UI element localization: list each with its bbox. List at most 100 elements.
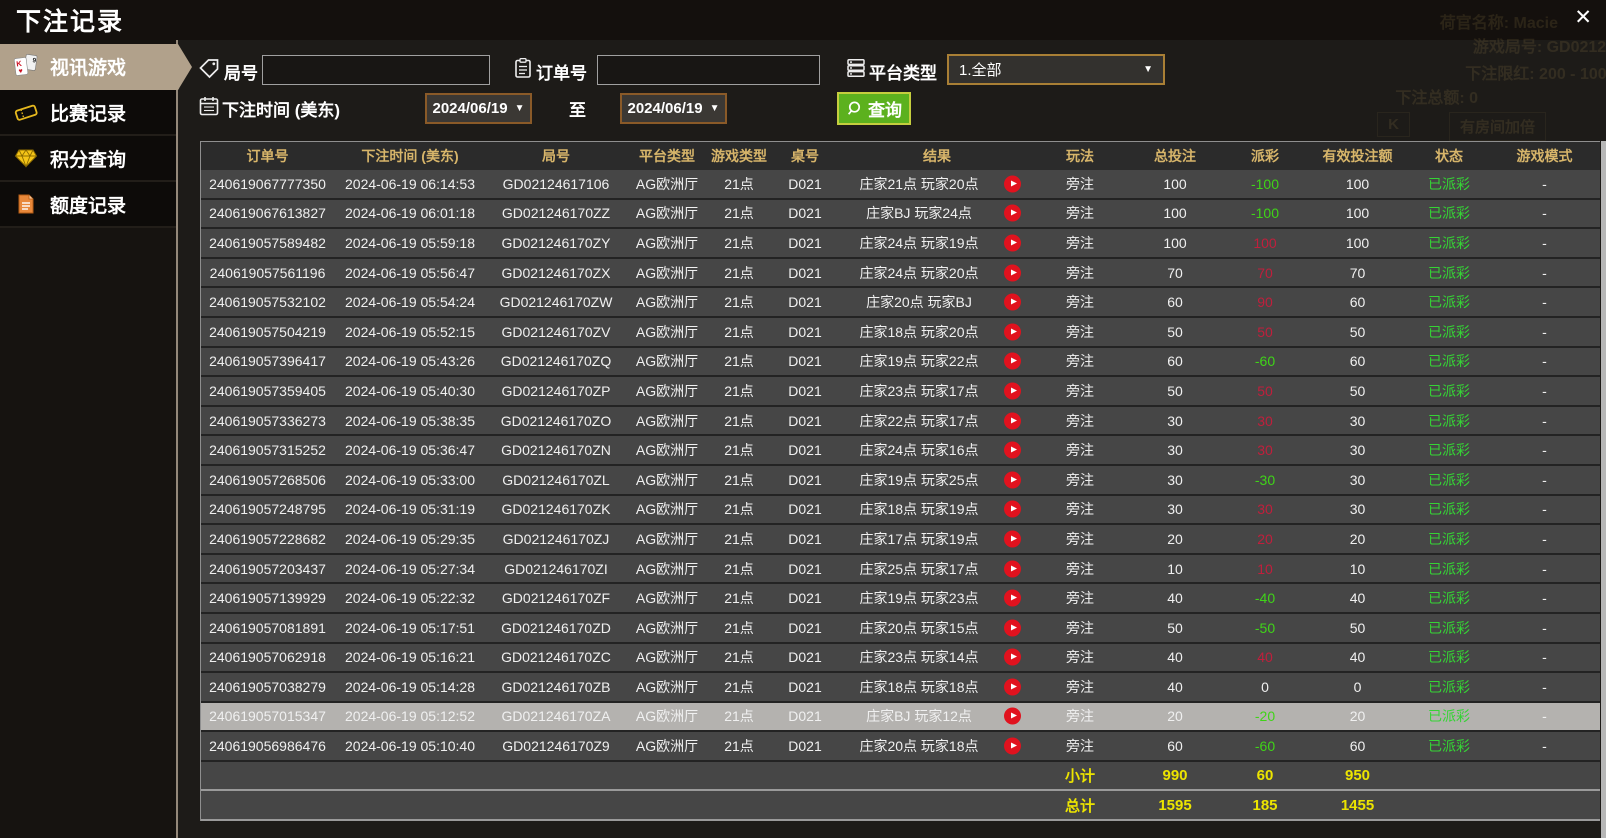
play-type-cell: 旁注 [1034, 318, 1126, 346]
play-video-icon[interactable] [1004, 353, 1021, 370]
table-row[interactable]: 240619057396417 2024-06-19 05:43:26 GD02… [201, 348, 1600, 378]
table-row[interactable]: 240619057248795 2024-06-19 05:31:19 GD02… [201, 496, 1600, 526]
round-number-input[interactable] [262, 55, 490, 85]
date-to-picker[interactable]: 2024/06/19 ▼ [620, 93, 727, 124]
result-text: 庄家25点 玩家17点 [840, 559, 998, 579]
table-row[interactable]: 240619057081891 2024-06-19 05:17:51 GD02… [201, 614, 1600, 644]
result-text: 庄家24点 玩家20点 [840, 263, 998, 283]
table-number-cell: D021 [770, 703, 840, 731]
play-video-icon[interactable] [1004, 382, 1021, 399]
round-id-cell: GD021246170ZV [486, 318, 626, 346]
play-video-icon[interactable] [1004, 530, 1021, 547]
round-id-cell: GD021246170ZJ [486, 525, 626, 553]
play-video-icon[interactable] [1004, 560, 1021, 577]
play-video-icon[interactable] [1004, 619, 1021, 636]
search-button[interactable]: 查询 [837, 92, 911, 125]
play-type-cell: 旁注 [1034, 673, 1126, 701]
status-cell: 已派彩 [1409, 644, 1489, 672]
table-row[interactable]: 240619057139929 2024-06-19 05:22:32 GD02… [201, 584, 1600, 614]
sidebar-item-points-query[interactable]: 积分查询 [0, 136, 176, 182]
sidebar-item-match-records[interactable]: 比赛记录 [0, 90, 176, 136]
play-video-icon[interactable] [1004, 590, 1021, 607]
valid-bet-cell: 40 [1306, 584, 1409, 612]
sidebar-item-label: 积分查询 [50, 145, 126, 172]
platform-cell: AG欧洲厅 [626, 614, 708, 642]
total-bet-cell: 60 [1126, 288, 1224, 316]
table-row[interactable]: 240619067613827 2024-06-19 06:01:18 GD02… [201, 200, 1600, 230]
table-row[interactable]: 240619057336273 2024-06-19 05:38:35 GD02… [201, 407, 1600, 437]
betting-records-window: 荷官名称: Macie 游戏局号: GD021246 下注限红: 200 - 1… [0, 0, 1606, 838]
bet-records-table: 订单号 下注时间 (美东) 局号 平台类型 游戏类型 桌号 结果 玩法 总投注 … [200, 141, 1600, 821]
result-cell: 庄家BJ 玩家12点 [840, 703, 1034, 731]
table-row[interactable]: 240619057062918 2024-06-19 05:16:21 GD02… [201, 644, 1600, 674]
result-text: 庄家18点 玩家19点 [840, 499, 998, 519]
subtotal-valid: 950 [1306, 762, 1409, 790]
game-mode-cell: - [1489, 407, 1600, 435]
chevron-down-icon: ▼ [710, 103, 720, 114]
table-row[interactable]: 240619057532102 2024-06-19 05:54:24 GD02… [201, 288, 1600, 318]
play-video-icon[interactable] [1004, 175, 1021, 192]
total-bet-cell: 30 [1126, 496, 1224, 524]
play-type-cell: 旁注 [1034, 259, 1126, 287]
play-video-icon[interactable] [1004, 649, 1021, 666]
subtotal-row: 小计 990 60 950 [201, 762, 1600, 792]
play-video-icon[interactable] [1004, 323, 1021, 340]
order-number-input[interactable] [597, 55, 820, 85]
valid-bet-cell: 60 [1306, 288, 1409, 316]
table-row[interactable]: 240619057359405 2024-06-19 05:40:30 GD02… [201, 377, 1600, 407]
subtotal-wager: 990 [1126, 762, 1224, 790]
table-row[interactable]: 240619057504219 2024-06-19 05:52:15 GD02… [201, 318, 1600, 348]
date-from-picker[interactable]: 2024/06/19 ▼ [425, 93, 532, 124]
play-video-icon[interactable] [1004, 501, 1021, 518]
close-icon[interactable]: ✕ [1574, 7, 1592, 28]
table-row[interactable]: 240619057589482 2024-06-19 05:59:18 GD02… [201, 229, 1600, 259]
payout-cell: 40 [1224, 644, 1306, 672]
play-video-icon[interactable] [1004, 442, 1021, 459]
platform-type-label: 平台类型 [869, 59, 937, 84]
table-row[interactable]: 240619057038279 2024-06-19 05:14:28 GD02… [201, 673, 1600, 703]
order-id-cell: 240619057038279 [201, 673, 334, 701]
table-row[interactable]: 240619057228682 2024-06-19 05:29:35 GD02… [201, 525, 1600, 555]
status-cell: 已派彩 [1409, 614, 1489, 642]
payout-cell: -60 [1224, 732, 1306, 760]
play-video-icon[interactable] [1004, 294, 1021, 311]
table-row[interactable]: 240619057015347 2024-06-19 05:12:52 GD02… [201, 703, 1600, 733]
payout-cell: 10 [1224, 555, 1306, 583]
play-video-icon[interactable] [1004, 471, 1021, 488]
table-row[interactable]: 240619057315252 2024-06-19 05:36:47 GD02… [201, 436, 1600, 466]
table-row[interactable]: 240619057203437 2024-06-19 05:27:34 GD02… [201, 555, 1600, 585]
sidebar-item-quota-records[interactable]: 额度记录 [0, 182, 176, 228]
play-video-icon[interactable] [1004, 234, 1021, 251]
platform-type-select[interactable]: 1.全部 ▼ [947, 54, 1165, 85]
total-bet-cell: 40 [1126, 644, 1224, 672]
vertical-scrollbar[interactable] [1601, 141, 1606, 838]
game-mode-cell: - [1489, 170, 1600, 198]
play-video-icon[interactable] [1004, 205, 1021, 222]
total-bet-cell: 30 [1126, 436, 1224, 464]
play-video-icon[interactable] [1004, 412, 1021, 429]
table-row[interactable]: 240619067777350 2024-06-19 06:14:53 GD02… [201, 170, 1600, 200]
game-mode-cell: - [1489, 466, 1600, 494]
bet-time-cell: 2024-06-19 05:12:52 [334, 703, 486, 731]
sidebar-item-video-games[interactable]: 9 K♥ 视讯游戏 [0, 44, 192, 90]
total-bet-cell: 40 [1126, 673, 1224, 701]
result-cell: 庄家21点 玩家20点 [840, 170, 1034, 198]
table-row[interactable]: 240619057268506 2024-06-19 05:33:00 GD02… [201, 466, 1600, 496]
table-row[interactable]: 240619057561196 2024-06-19 05:56:47 GD02… [201, 259, 1600, 289]
play-video-icon[interactable] [1004, 264, 1021, 281]
platform-cell: AG欧洲厅 [626, 288, 708, 316]
valid-bet-cell: 50 [1306, 614, 1409, 642]
table-row[interactable]: 240619056986476 2024-06-19 05:10:40 GD02… [201, 732, 1600, 762]
order-id-cell: 240619057532102 [201, 288, 334, 316]
payout-cell: -40 [1224, 584, 1306, 612]
bet-time-cell: 2024-06-19 06:01:18 [334, 200, 486, 228]
result-cell: 庄家23点 玩家14点 [840, 644, 1034, 672]
game-mode-cell: - [1489, 584, 1600, 612]
play-video-icon[interactable] [1004, 738, 1021, 755]
play-type-cell: 旁注 [1034, 407, 1126, 435]
game-type-cell: 21点 [708, 555, 770, 583]
play-video-icon[interactable] [1004, 708, 1021, 725]
play-video-icon[interactable] [1004, 678, 1021, 695]
col-header-result: 结果 [840, 142, 1034, 170]
col-header-payout: 派彩 [1224, 142, 1306, 170]
